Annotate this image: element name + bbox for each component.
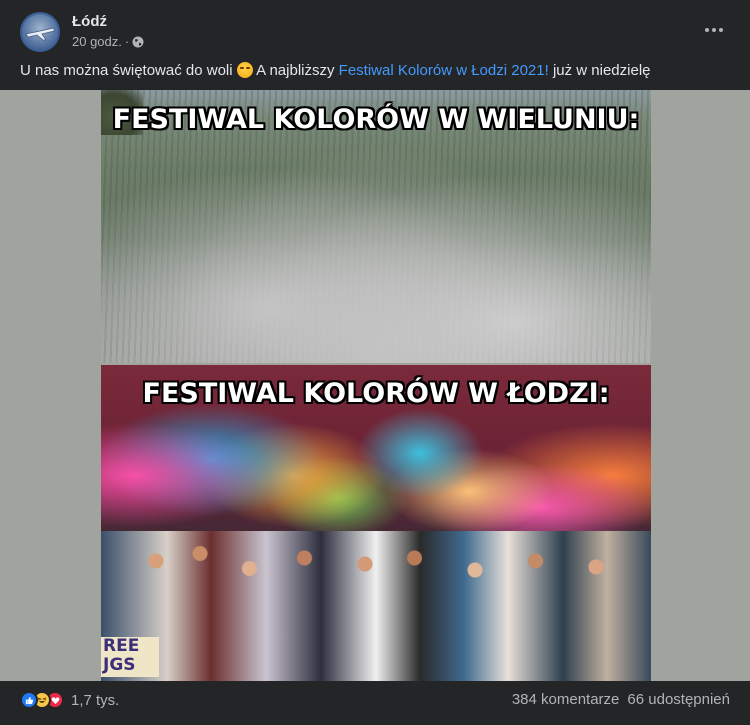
shares-count[interactable]: 66 udostępnień (627, 691, 730, 708)
more-options-icon[interactable] (698, 16, 730, 44)
crowd-shape (101, 531, 651, 681)
post-caption: U nas można świętować do woli A najbliżs… (20, 61, 730, 81)
meme-image[interactable]: FESTIWAL KOLORÓW W WIELUNIU: REE JGS FES… (101, 90, 651, 681)
post-header: Łódź 20 godz. · (20, 12, 730, 52)
meme-bottom-caption: FESTIWAL KOLORÓW W ŁODZI: (142, 378, 610, 409)
globe-icon (132, 36, 144, 47)
media-container: FESTIWAL KOLORÓW W WIELUNIU: REE JGS FES… (0, 90, 750, 681)
meme-top-caption: FESTIWAL KOLORÓW W WIELUNIU: (112, 104, 640, 135)
post-meta: 20 godz. · (72, 34, 144, 49)
reaction-count[interactable]: 1,7 tys. (71, 692, 119, 709)
page-avatar[interactable] (20, 12, 60, 52)
meta-separator: · (124, 34, 130, 49)
caption-text-start: U nas można świętować do woli (20, 62, 233, 79)
page-name[interactable]: Łódź (72, 13, 107, 30)
comments-count[interactable]: 384 komentarze (512, 691, 620, 708)
engagement-stats: 384 komentarze 66 udostępnień (512, 691, 730, 708)
caption-text-end: już w niedzielę (552, 62, 651, 79)
like-icon (20, 691, 38, 709)
sign-text-line2: JGS (103, 655, 136, 675)
caption-text-middle: A najbliższy (256, 62, 335, 79)
post-card: Łódź 20 godz. · U nas można świętować do… (0, 0, 750, 725)
festival-photo: REE JGS (101, 365, 651, 681)
post-footer: 1,7 tys. 384 komentarze 66 udostępnień (20, 690, 730, 714)
crowd-sign: REE JGS (101, 637, 159, 677)
reactions-summary[interactable]: 1,7 tys. (20, 691, 119, 709)
event-link[interactable]: Festiwal Kolorów w Łodzi 2021! (339, 62, 549, 79)
plane-icon (25, 27, 55, 41)
sign-text-line1: REE (103, 636, 140, 656)
post-time[interactable]: 20 godz. (72, 34, 122, 49)
smirking-face-emoji-icon (236, 62, 253, 78)
